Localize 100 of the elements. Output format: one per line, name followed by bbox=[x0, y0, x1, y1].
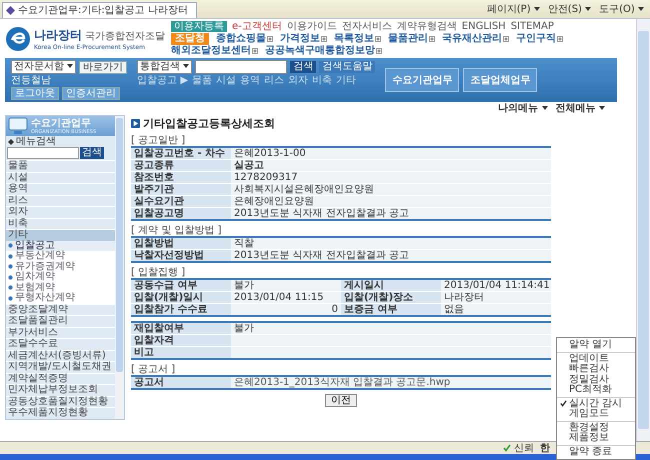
section-label: [ 입찰집행 ] bbox=[131, 267, 186, 278]
logo-subtitle: 국가종합전자조달 bbox=[85, 30, 165, 43]
plus-icon bbox=[557, 36, 563, 42]
user-name: 전등철남 bbox=[11, 75, 52, 86]
top-link[interactable]: 전자서비스 bbox=[342, 21, 392, 32]
field-label: 입찰자격 bbox=[131, 334, 231, 346]
field-label: 실수요기관 bbox=[131, 196, 231, 208]
field-label: 재입찰여부 bbox=[131, 322, 231, 334]
context-menu-item[interactable]: 환경설정 bbox=[557, 422, 635, 433]
document-select[interactable]: 전자문서함 bbox=[11, 60, 76, 74]
top-link[interactable]: ENGLISH bbox=[462, 21, 506, 32]
back-button[interactable]: 이전 bbox=[325, 394, 357, 407]
toolbar-menu[interactable]: 페이지(P) bbox=[486, 4, 540, 16]
nav-menu-item[interactable]: 구인구직 bbox=[516, 33, 563, 45]
sidebar-subitem[interactable]: 입찰공고 bbox=[6, 240, 115, 251]
context-menu-item[interactable]: 빠른검사 bbox=[557, 364, 635, 374]
browser-tab[interactable]: 수요기관업무:기타:입찰공고 나라장터 bbox=[2, 2, 197, 18]
search-help-button[interactable]: 검색도움말 bbox=[319, 61, 376, 73]
field-label: 참조번호 bbox=[131, 172, 231, 184]
context-menu-item[interactable]: 정밀검사 bbox=[557, 374, 635, 385]
field-label: 입찰공고명 bbox=[131, 208, 231, 220]
ime-indicator[interactable]: 한 bbox=[540, 442, 550, 454]
field-value: 실공고 bbox=[231, 160, 551, 172]
scrollbar[interactable] bbox=[115, 116, 124, 418]
plus-icon bbox=[267, 36, 273, 42]
search-field[interactable] bbox=[195, 60, 288, 74]
section-label: [ 공고서 ] bbox=[131, 364, 176, 375]
bullet-icon bbox=[8, 285, 13, 290]
field-label: 공고서 bbox=[131, 376, 231, 389]
menu-search-label: 메뉴검색 bbox=[16, 136, 56, 147]
caret-icon bbox=[542, 106, 548, 110]
menu-search-button[interactable]: 검색 bbox=[80, 147, 104, 159]
plus-icon bbox=[375, 36, 381, 42]
field-label: 보증금 여부 bbox=[341, 304, 441, 316]
field-value: 2013/01/04 11:15 bbox=[231, 292, 341, 304]
top-link[interactable]: SITEMAP bbox=[510, 21, 554, 32]
context-menu-item[interactable]: 알약 종료 bbox=[557, 446, 635, 457]
diamond-icon bbox=[6, 6, 15, 15]
bullet-icon bbox=[8, 243, 13, 248]
play-icon bbox=[131, 119, 140, 128]
field-label: 비고 bbox=[131, 346, 231, 359]
nav-menu-item[interactable]: 종합쇼핑몰 bbox=[216, 33, 273, 45]
scope-select[interactable]: 통합검색 bbox=[137, 60, 192, 74]
plus-icon bbox=[321, 36, 327, 42]
context-menu-item[interactable]: 게임모드 bbox=[557, 409, 635, 420]
sidebar-subitem[interactable]: 임차계약 bbox=[6, 272, 115, 282]
context-menu-item[interactable]: PC최적화 bbox=[557, 385, 635, 396]
sidebar-subitem[interactable]: 보험계약 bbox=[6, 282, 115, 293]
nav-menu-item[interactable]: 물품관리 bbox=[388, 33, 435, 45]
field-label: 입찰(개찰)장소 bbox=[341, 292, 441, 304]
field-value: 불가 bbox=[231, 322, 551, 334]
field-label: 발주기관 bbox=[131, 184, 231, 196]
context-menu-item[interactable]: 제품정보 bbox=[557, 433, 635, 444]
context-menu-item[interactable]: 업데이트 bbox=[557, 354, 635, 364]
context-menu-item[interactable]: 실시간 감시 bbox=[557, 398, 635, 409]
top-link[interactable]: 계약유형검색 bbox=[396, 21, 457, 32]
logo-icon bbox=[5, 26, 31, 52]
field-value: 불가 bbox=[231, 279, 341, 292]
file-link[interactable]: 은혜2013-1_2013식자재 입찰결과 공고문.hwp bbox=[231, 376, 551, 389]
toolbar-menu[interactable]: 안전(S) bbox=[548, 4, 592, 16]
search-button[interactable]: 검색 bbox=[290, 61, 316, 73]
quick-label: 입찰공고 ▶ bbox=[137, 75, 188, 87]
field-label: 입찰방법 bbox=[131, 237, 231, 250]
caret-icon bbox=[599, 106, 605, 110]
go-button[interactable]: 바로가기 bbox=[79, 60, 128, 74]
menu-link[interactable]: 전체메뉴 bbox=[556, 103, 605, 114]
nav-menu-item[interactable]: 공공녹색구매통합정보망 bbox=[265, 45, 382, 57]
menu-link[interactable]: 나의메뉴 bbox=[498, 103, 548, 114]
nav-menu-item[interactable]: 국유재산관리 bbox=[442, 33, 509, 45]
diamond-icon bbox=[8, 138, 14, 144]
check-icon bbox=[560, 400, 566, 408]
sidebar-subitem[interactable]: 무형자산계약 bbox=[6, 293, 115, 304]
caret-icon bbox=[183, 64, 190, 68]
field-label: 공고종류 bbox=[131, 160, 231, 172]
field-value: 직찰 bbox=[231, 237, 551, 250]
field-label: 게시일시 bbox=[341, 279, 441, 292]
field-value: 은혜장애인요양원 bbox=[231, 196, 551, 208]
toolbar-menu[interactable]: 도구(O) bbox=[599, 4, 644, 16]
top-link[interactable]: e-고객센터 bbox=[232, 21, 282, 32]
bullet-icon bbox=[8, 254, 13, 259]
nav-menu-item[interactable]: 해외조달정보센터 bbox=[171, 45, 258, 57]
caret-icon bbox=[67, 64, 74, 68]
top-link[interactable]: 이용가이드 bbox=[286, 21, 337, 32]
zone-status: 신뢰 bbox=[514, 442, 534, 454]
sidebar-item[interactable]: 기타 bbox=[6, 229, 115, 240]
plus-icon bbox=[503, 36, 509, 42]
check-icon bbox=[503, 444, 511, 452]
nav-menu-item[interactable]: 목록정보 bbox=[334, 33, 381, 45]
sidebar-subitem[interactable]: 부동산계약 bbox=[6, 251, 115, 262]
menu-search-field[interactable] bbox=[7, 147, 79, 159]
section-label: [ 계약 및 입찰방법 ] bbox=[131, 225, 223, 236]
plus-icon bbox=[376, 48, 382, 54]
scrollbar[interactable] bbox=[636, 19, 650, 441]
plus-icon bbox=[429, 36, 435, 42]
field-value: 2013년도분 식자재 전자입찰결과 공고 bbox=[231, 250, 551, 262]
nav-menu-item[interactable]: 가격정보 bbox=[280, 33, 327, 45]
sidebar-subitem[interactable]: 유가증권계약 bbox=[6, 262, 115, 272]
context-menu-item[interactable]: 알약 열기 bbox=[557, 340, 635, 350]
logo-title: 나라장터 bbox=[34, 27, 82, 44]
field-value: 2013년도분 식자재 전자입찰결과 공고 bbox=[231, 208, 551, 220]
